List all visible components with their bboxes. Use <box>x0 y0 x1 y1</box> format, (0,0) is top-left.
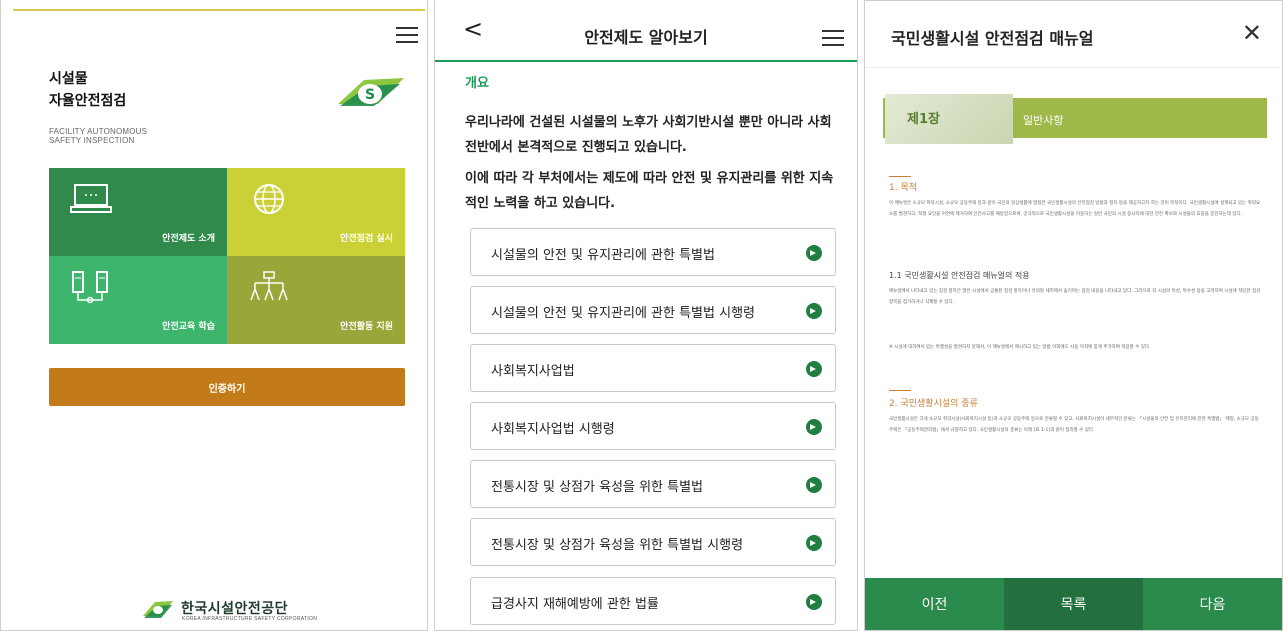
previous-button[interactable]: 이전 <box>865 578 1004 630</box>
manual-viewer-screen: 국민생활시설 안전점검 매뉴얼 ✕ 제1장 일반사항 1. 목적 이 매뉴얼은 … <box>864 0 1283 631</box>
tile-label: 안전점검 실시 <box>340 234 393 244</box>
chapter-number: 제1장 <box>907 112 940 127</box>
app-subtitle-line2: SAFETY INSPECTION <box>49 136 135 145</box>
svg-text:S: S <box>365 87 375 103</box>
globe-icon <box>254 184 284 214</box>
doc-paragraph: 국민생활시설은 크게 소규모 취약시설(사회복지시설 등)과 소규모 공동주택 … <box>889 417 1259 433</box>
kisc-footer-logo-icon <box>143 601 173 618</box>
close-icon[interactable]: ✕ <box>1242 21 1262 45</box>
next-button[interactable]: 다음 <box>1143 578 1282 630</box>
overview-paragraph-2: 이에 따라 각 부처에서는 제도에 따라 안전 및 유지관리를 위한 지속적인 … <box>465 171 834 211</box>
app-title: 시설물 자율안전점검 <box>49 68 126 112</box>
law-item[interactable]: 사회복지사업법 <box>470 344 836 392</box>
tile-safety-system-intro[interactable]: 안전제도 소개 <box>49 168 227 256</box>
section-rule <box>889 176 911 177</box>
law-item[interactable]: 시설물의 안전 및 유지관리에 관한 특별법 <box>470 228 836 276</box>
menu-icon[interactable] <box>822 30 844 46</box>
tile-label: 안전제도 소개 <box>162 234 215 244</box>
law-item[interactable]: 급경사지 재해예방에 관한 법률 <box>470 577 836 625</box>
section-rule <box>889 390 911 391</box>
tile-safety-education[interactable]: 안전교육 학습 <box>49 256 227 344</box>
computer-icon <box>70 184 112 213</box>
chevron-right-icon <box>806 594 822 610</box>
authenticate-button[interactable]: 인증하기 <box>49 368 405 406</box>
overview-paragraph-1: 우리나라에 건설된 시설물의 노후가 사회기반시설 뿐만 아니라 사회전반에서 … <box>465 115 832 155</box>
chevron-right-icon <box>806 303 822 319</box>
kisc-logo-icon: S <box>338 78 404 106</box>
organization-name: 한국시설안전공단 <box>181 601 289 617</box>
chevron-right-icon <box>806 361 822 377</box>
home-screen: 시설물 자율안전점검 S FACILITY AUTONOMOUS SAFETY … <box>0 0 428 631</box>
chevron-right-icon <box>806 535 822 551</box>
menu-icon[interactable] <box>396 27 418 43</box>
law-item-label: 급경사지 재해예방에 관한 법률 <box>491 597 659 612</box>
doc-section-heading: 2. 국민생활시설의 종류 <box>889 399 978 409</box>
tile-label: 안전교육 학습 <box>162 322 215 332</box>
org-chart-icon <box>250 271 288 301</box>
screen-title: 국민생활시설 안전점검 매뉴얼 <box>891 29 1094 48</box>
manual-document-page[interactable]: 제1장 일반사항 1. 목적 이 매뉴얼은 소규모 취약시설, 소규모 공동주택… <box>865 67 1282 580</box>
screen-header: < 안전제도 알아보기 <box>435 0 857 62</box>
chevron-right-icon <box>806 477 822 493</box>
law-item-label: 사회복지사업법 시행령 <box>491 422 615 437</box>
tile-label: 안전활동 지원 <box>340 322 393 332</box>
law-item-label: 시설물의 안전 및 유지관리에 관한 특별법 시행령 <box>491 306 755 321</box>
law-item-label: 사회복지사업법 <box>491 364 575 379</box>
doc-paragraph: 매뉴얼에서 나타내고 있는 점검 항목은 많은 시설에서 공통된 점검 항목이나… <box>889 289 1261 305</box>
law-item-label: 전통시장 및 상점가 육성을 위한 특별법 시행령 <box>491 538 744 553</box>
law-item[interactable]: 전통시장 및 상점가 육성을 위한 특별법 시행령 <box>470 518 836 566</box>
tile-safety-activity-support[interactable]: 안전활동 지원 <box>227 256 405 344</box>
section-heading: 개요 <box>465 76 489 91</box>
law-item[interactable]: 시설물의 안전 및 유지관리에 관한 특별법 시행령 <box>470 286 836 334</box>
app-subtitle: FACILITY AUTONOMOUS SAFETY INSPECTION <box>49 127 147 145</box>
doc-paragraph: 이 매뉴얼은 소규모 취약시설, 소규모 공동주택 등과 같이 국민의 일상생활… <box>889 201 1261 217</box>
screen-header: 국민생활시설 안전점검 매뉴얼 ✕ <box>865 1 1282 67</box>
doc-subsection-heading: 1.1 국민생활시설 안전점검 매뉴얼의 적용 <box>889 271 1030 280</box>
screen-title: 안전제도 알아보기 <box>584 28 708 47</box>
law-item[interactable]: 사회복지사업법 시행령 <box>470 402 836 450</box>
chevron-right-icon <box>806 245 822 261</box>
network-icon <box>72 271 108 304</box>
chapter-tab <box>885 94 1013 144</box>
organization-english-name: KOREA INFRASTRUCTURE SAFETY CORPORATION <box>182 616 318 622</box>
safety-system-screen: < 안전제도 알아보기 개요 우리나라에 건설된 시설물의 노후가 사회기반시설… <box>434 0 858 631</box>
chapter-title: 일반사항 <box>1023 114 1064 127</box>
doc-note: ※ 시설에 대하여서 있는 특행성을 발견하지 못해서, 이 매뉴얼에서 제시하… <box>889 345 1151 350</box>
table-of-contents-button[interactable]: 목록 <box>1004 578 1143 630</box>
tile-safety-inspection[interactable]: 안전점검 실시 <box>227 168 405 256</box>
law-item[interactable]: 전통시장 및 상점가 육성을 위한 특별법 <box>470 460 836 508</box>
law-item-label: 시설물의 안전 및 유지관리에 관한 특별법 <box>491 248 715 263</box>
chevron-right-icon <box>806 419 822 435</box>
app-subtitle-line1: FACILITY AUTONOMOUS <box>49 127 148 136</box>
app-title-line2: 자율안전점검 <box>49 93 127 109</box>
app-title-line1: 시설물 <box>49 71 88 87</box>
law-item-label: 전통시장 및 상점가 육성을 위한 특별법 <box>491 480 704 495</box>
doc-section-heading: 1. 목적 <box>889 183 918 193</box>
top-accent-line <box>13 9 425 11</box>
viewer-footer: 이전 목록 다음 <box>865 578 1282 630</box>
